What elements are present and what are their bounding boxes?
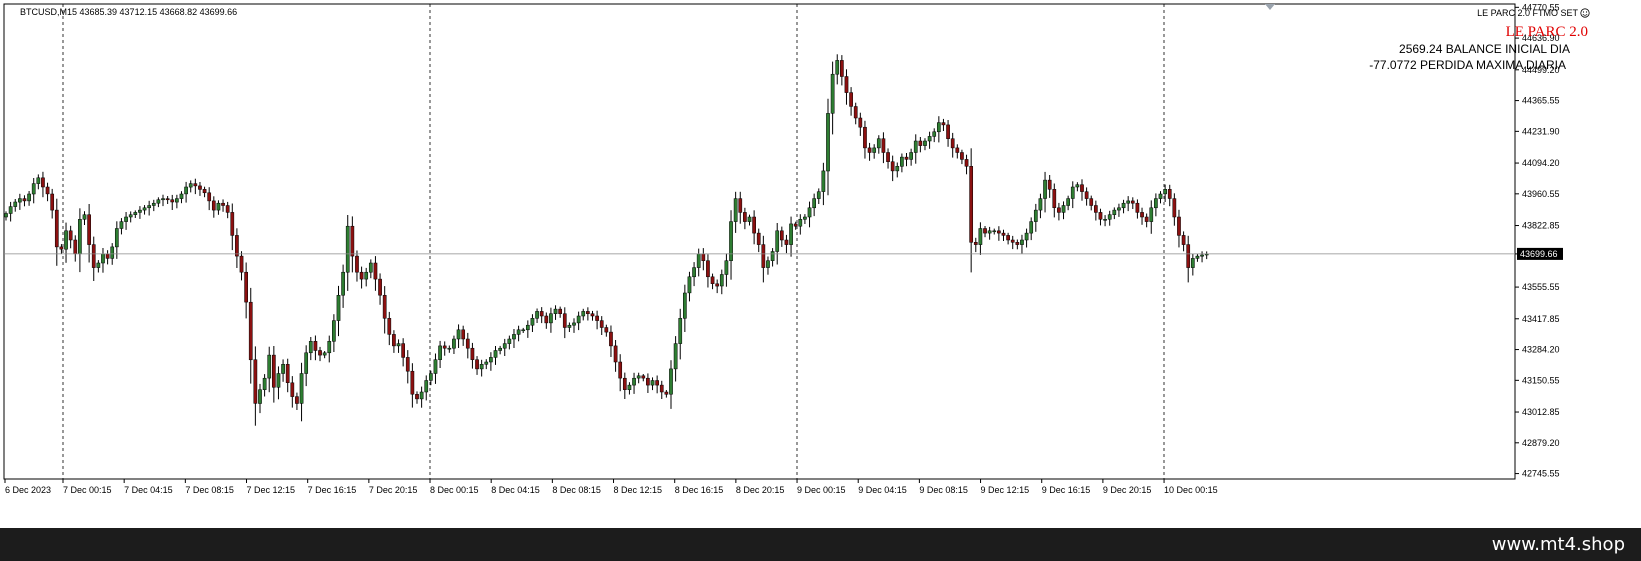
time-tick-label-3: 7 Dec 08:15 — [185, 485, 234, 495]
price-axis[interactable]: 44770.5544636.9044499.2044365.5544231.90… — [1515, 2, 1563, 479]
loss-text: -77.0772 PERDIDA MAXIMA DIARIA — [1369, 58, 1566, 72]
time-tick-label-15: 9 Dec 08:15 — [919, 485, 968, 495]
smiley-icon — [1580, 8, 1590, 18]
time-tick-label-8: 8 Dec 04:15 — [491, 485, 540, 495]
price-tick-label-7: 43822.85 — [1522, 221, 1560, 231]
time-tick-label-10: 8 Dec 12:15 — [614, 485, 663, 495]
price-tick-label-12: 43150.55 — [1522, 375, 1560, 385]
time-tick-label-0: 6 Dec 2023 — [5, 485, 51, 495]
price-tick-label-14: 42879.20 — [1522, 438, 1560, 448]
price-tick-label-15: 42745.55 — [1522, 469, 1560, 479]
time-tick-label-17: 9 Dec 16:15 — [1042, 485, 1091, 495]
footer-watermark: www.mt4.shop — [1491, 534, 1625, 555]
footer-bar: www.mt4.shop — [0, 528, 1641, 561]
time-tick-label-11: 8 Dec 16:15 — [675, 485, 724, 495]
time-tick-label-7: 8 Dec 00:15 — [430, 485, 479, 495]
time-tick-label-5: 7 Dec 16:15 — [308, 485, 357, 495]
price-tick-label-13: 43012.85 — [1522, 407, 1560, 417]
time-tick-label-9: 8 Dec 08:15 — [552, 485, 601, 495]
price-tick-label-6: 43960.55 — [1522, 189, 1560, 199]
price-tick-label-4: 44231.90 — [1522, 126, 1560, 136]
price-tick-label-10: 43417.85 — [1522, 314, 1560, 324]
price-tick-label-3: 44365.55 — [1522, 96, 1560, 106]
time-tick-label-6: 7 Dec 20:15 — [369, 485, 418, 495]
time-tick-label-12: 8 Dec 20:15 — [736, 485, 785, 495]
price-tick-label-11: 43284.20 — [1522, 345, 1560, 355]
time-axis[interactable]: 6 Dec 2023 7 Dec 00:15 7 Dec 04:15 7 Dec 08… — [4, 479, 1218, 495]
time-tick-label-14: 9 Dec 04:15 — [858, 485, 907, 495]
indicator-title: LE PARC 2.0 — [1506, 24, 1588, 40]
time-tick-label-2: 7 Dec 04:15 — [124, 485, 173, 495]
balance-text: 2569.24 BALANCE INICIAL DIA — [1399, 42, 1570, 56]
price-chart[interactable]: 44770.5544636.9044499.2044365.5544231.90… — [0, 0, 1641, 561]
time-tick-label-18: 9 Dec 20:15 — [1103, 485, 1152, 495]
indicator-name: LE PARC 2.0 FTMO SET — [1477, 8, 1578, 18]
time-tick-label-13: 9 Dec 00:15 — [797, 485, 846, 495]
symbol-info: BTCUSD,M15 43685.39 43712.15 43668.82 43… — [20, 7, 237, 17]
current-price-label: 43699.66 — [1520, 249, 1558, 259]
time-tick-label-1: 7 Dec 00:15 — [63, 485, 112, 495]
price-tick-label-5: 44094.20 — [1522, 158, 1560, 168]
time-tick-label-16: 9 Dec 12:15 — [981, 485, 1030, 495]
time-tick-label-4: 7 Dec 12:15 — [247, 485, 296, 495]
time-tick-label-19: 10 Dec 00:15 — [1164, 485, 1218, 495]
price-tick-label-9: 43555.55 — [1522, 282, 1560, 292]
